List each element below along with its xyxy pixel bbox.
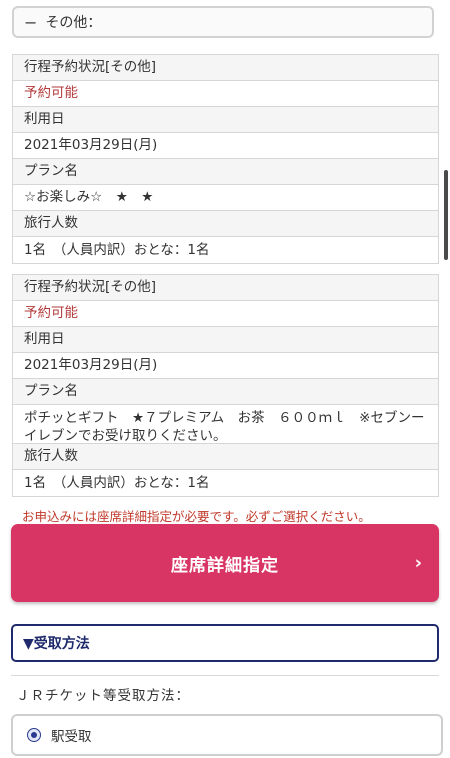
receive-method-toggle[interactable]: ▼受取方法 [11,624,439,662]
plan-label: プラン名 [13,379,438,405]
reservation-card-2: 行程予約状況[その他] 予約可能 利用日 2021年03月29日(月) プラン名… [12,274,439,497]
plan-value: ☆お楽しみ☆ ★ ★ [13,185,438,211]
plan-value: ポチッとギフト ★７プレミアム お茶 ６００ｍｌ ※セブンーイレブンでお受け取り… [13,405,438,444]
status-value: 予約可能 [13,301,438,327]
scrollbar[interactable] [444,170,448,260]
date-value: 2021年03月29日(月) [13,353,438,379]
seat-warning-text: お申込みには座席詳細指定が必要です。必ずご選択ください。 [22,509,371,524]
plan-label: プラン名 [13,159,438,185]
date-value: 2021年03月29日(月) [13,133,438,159]
station-pickup-label: 駅受取 [51,729,92,745]
chevron-right-icon: › [414,552,423,574]
seat-detail-label: 座席詳細指定 [171,555,279,576]
date-label: 利用日 [13,327,438,353]
receive-method-label: ▼受取方法 [23,636,90,652]
status-value: 予約可能 [13,81,438,107]
people-value: 1名 （人員内訳）おとな：1名 [13,470,438,496]
status-label: 行程予約状況[その他] [13,275,438,301]
reservation-card-1: 行程予約状況[その他] 予約可能 利用日 2021年03月29日(月) プラン名… [12,54,439,264]
people-value: 1名 （人員内訳）おとな：1名 [13,237,438,263]
divider [11,675,439,676]
status-label: 行程予約状況[その他] [13,55,438,81]
station-pickup-option[interactable]: 駅受取 [11,714,443,756]
section-title: その他： [45,15,102,31]
date-label: 利用日 [13,107,438,133]
ticket-receive-title: ＪＲチケット等受取方法： [16,688,190,704]
seat-detail-button[interactable]: 座席詳細指定 › [11,524,439,602]
collapse-icon[interactable]: − [24,13,37,32]
people-label: 旅行人数 [13,211,438,237]
section-other-header[interactable]: − その他： [12,6,434,38]
people-label: 旅行人数 [13,444,438,470]
radio-selected-icon[interactable] [27,728,41,742]
